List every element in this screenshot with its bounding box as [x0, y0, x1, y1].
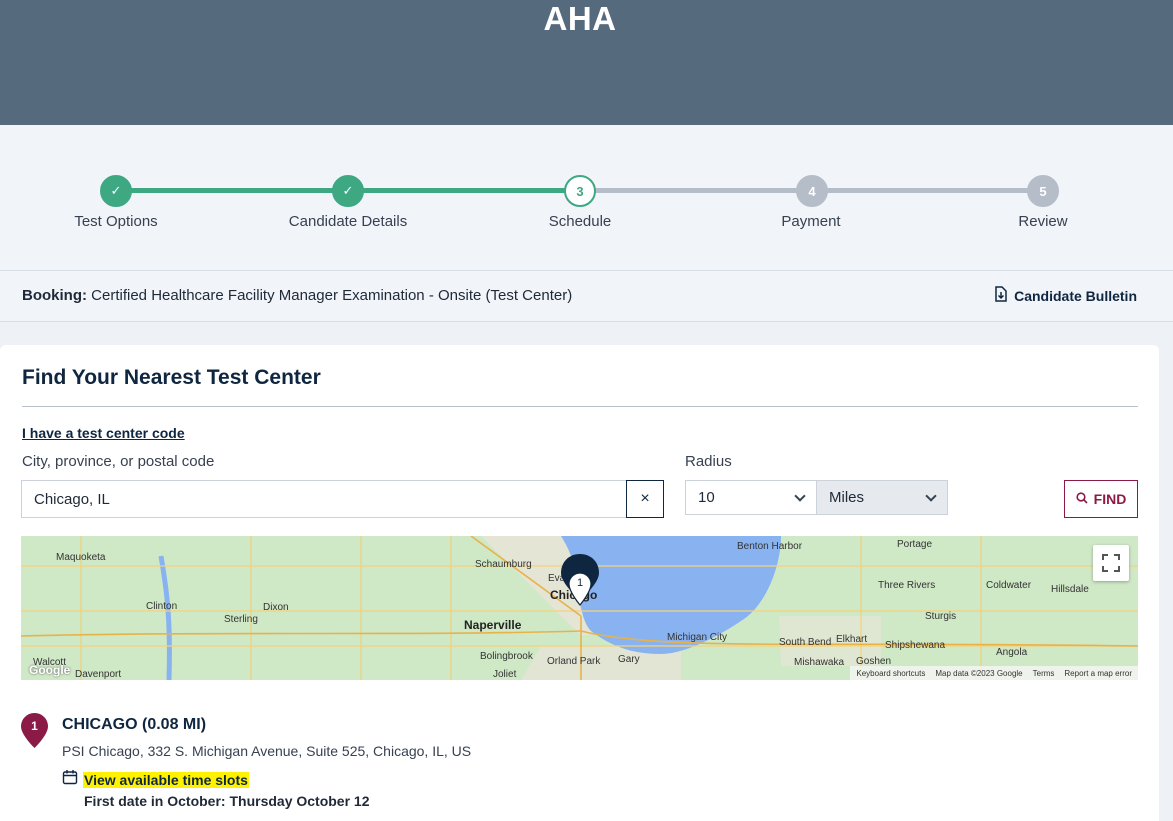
map-label-orland-park: Orland Park — [547, 656, 601, 667]
document-download-icon — [994, 286, 1008, 305]
clear-city-button[interactable]: × — [626, 480, 664, 518]
chevron-down-icon — [794, 489, 806, 502]
step-number: 5 — [1039, 183, 1047, 199]
map-label-bolingbrook: Bolingbrook — [480, 651, 533, 662]
finder-title: Find Your Nearest Test Center — [22, 366, 321, 389]
map-label-dixon: Dixon — [263, 602, 289, 613]
city-input[interactable] — [21, 480, 627, 518]
site-header: AHA — [0, 0, 1173, 125]
first-available-date: First date in October: Thursday October … — [84, 793, 370, 809]
map-label-coldwater: Coldwater — [986, 580, 1032, 591]
step-label-review: Review — [1018, 213, 1068, 230]
map-label-elkhart: Elkhart — [836, 634, 868, 645]
radius-select[interactable]: 10 — [685, 480, 817, 515]
step-test-options[interactable]: ✓ — [100, 175, 132, 207]
chevron-down-icon — [925, 489, 937, 502]
map-label-naperville: Naperville — [464, 618, 522, 632]
map-label-michigan-city: Michigan City — [667, 632, 728, 643]
progress-stepper: ✓ ✓ 3 4 5 Test Options Candidate Details… — [0, 125, 1173, 270]
map-terms-link[interactable]: Terms — [1033, 669, 1055, 678]
booking-bar: Booking: Certified Healthcare Facility M… — [0, 270, 1173, 322]
step-number: 3 — [576, 183, 584, 199]
fullscreen-button[interactable] — [1093, 545, 1129, 581]
map-label-shipshewana: Shipshewana — [885, 640, 946, 651]
check-icon: ✓ — [110, 183, 122, 198]
city-label: City, province, or postal code — [22, 453, 215, 470]
radius-label: Radius — [685, 453, 732, 470]
map-label-sturgis: Sturgis — [925, 611, 957, 622]
booking-summary: Booking: Certified Healthcare Facility M… — [22, 287, 572, 304]
map-data-credit: Map data ©2023 Google — [935, 668, 1023, 678]
search-icon — [1076, 491, 1088, 507]
step-label-test-options: Test Options — [74, 213, 158, 230]
report-map-error-link[interactable]: Report a map error — [1064, 669, 1132, 678]
test-center-result: 1 CHICAGO (0.08 MI) PSI Chicago, 332 S. … — [0, 713, 1159, 813]
fullscreen-icon — [1102, 554, 1120, 572]
close-icon: × — [640, 490, 650, 507]
map-attribution-bar: Keyboard shortcuts Map data ©2023 Google… — [850, 666, 1138, 680]
result-number: 1 — [31, 719, 38, 733]
map-label-portage: Portage — [897, 539, 933, 550]
map-label-maquoketa: Maquoketa — [56, 552, 106, 563]
step-schedule: 3 — [564, 175, 596, 207]
brand-title: AHA — [543, 0, 617, 37]
map-pin-number: 1 — [576, 577, 584, 589]
map-label-hillsdale: Hillsdale — [1051, 584, 1089, 595]
step-review: 5 — [1027, 175, 1059, 207]
find-label: FIND — [1093, 491, 1127, 507]
step-number: 4 — [808, 183, 816, 199]
booking-exam-name: Certified Healthcare Facility Manager Ex… — [91, 287, 573, 304]
test-center-finder-card: Find Your Nearest Test Center I have a t… — [0, 345, 1159, 821]
candidate-bulletin-label: Candidate Bulletin — [1014, 287, 1137, 304]
map-pin-icon[interactable]: 1 — [568, 572, 592, 606]
map-label-joliet: Joliet — [493, 669, 517, 680]
title-divider — [22, 406, 1138, 407]
google-logo: Google — [29, 663, 71, 677]
view-time-slots-label: View available time slots — [83, 771, 249, 788]
view-time-slots-link[interactable]: View available time slots — [62, 769, 249, 790]
test-center-map[interactable]: Maquoketa Clinton Dixon Sterling Schaumb… — [21, 536, 1138, 680]
step-label-candidate-details: Candidate Details — [288, 213, 408, 230]
unit-select[interactable]: Miles — [816, 480, 948, 515]
calendar-icon — [62, 769, 78, 790]
map-label-clinton: Clinton — [146, 601, 178, 612]
map-label-sterling: Sterling — [224, 614, 258, 625]
step-label-schedule: Schedule — [548, 213, 612, 230]
map-label-three-rivers: Three Rivers — [878, 580, 936, 591]
keyboard-shortcuts-link[interactable]: Keyboard shortcuts — [856, 669, 925, 678]
unit-value: Miles — [829, 489, 865, 506]
map-label-gary: Gary — [618, 654, 640, 665]
step-label-payment: Payment — [781, 213, 841, 230]
step-payment: 4 — [796, 175, 828, 207]
step-candidate-details[interactable]: ✓ — [332, 175, 364, 207]
result-marker-icon: 1 — [21, 713, 48, 748]
candidate-bulletin-link[interactable]: Candidate Bulletin — [994, 286, 1137, 305]
map-label-davenport: Davenport — [75, 669, 122, 680]
map-label-schaumburg: Schaumburg — [475, 559, 532, 570]
map-label-benton-harbor: Benton Harbor — [737, 541, 803, 552]
check-icon: ✓ — [342, 183, 354, 198]
map-label-angola: Angola — [996, 647, 1028, 658]
radius-value: 10 — [698, 489, 715, 506]
result-address: PSI Chicago, 332 S. Michigan Avenue, Sui… — [62, 743, 472, 759]
find-button[interactable]: FIND — [1064, 480, 1138, 518]
test-center-code-link[interactable]: I have a test center code — [22, 425, 185, 441]
result-title: CHICAGO (0.08 MI) — [62, 716, 207, 733]
map-label-mishawaka: Mishawaka — [794, 657, 845, 668]
booking-label: Booking: — [22, 287, 87, 304]
map-label-south-bend: South Bend — [779, 637, 832, 648]
